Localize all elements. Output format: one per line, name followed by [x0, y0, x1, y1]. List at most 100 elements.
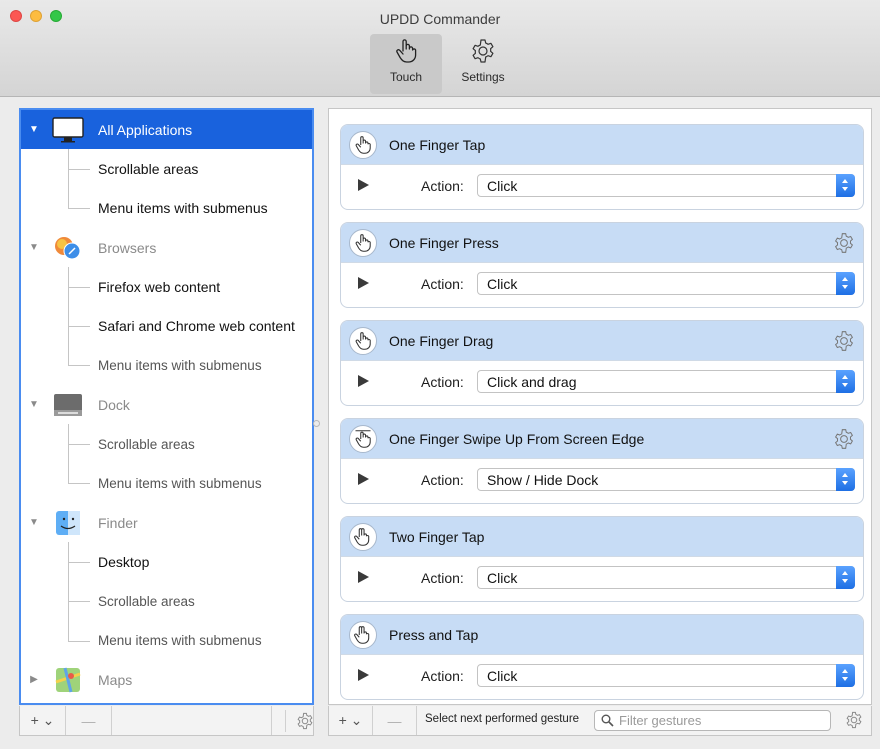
two-finger-tap-icon: [349, 523, 377, 551]
action-select[interactable]: Click and drag: [477, 370, 855, 393]
remove-application-button[interactable]: —: [66, 706, 112, 735]
tree-bottom-bar: + ⌄ —: [19, 706, 314, 736]
action-label: Action:: [421, 178, 464, 194]
gesture-card-header[interactable]: Press and Tap: [341, 615, 863, 655]
action-select[interactable]: Click: [477, 664, 855, 687]
action-label: Action:: [421, 276, 464, 292]
search-icon: [601, 714, 614, 727]
toolbar-touch-button[interactable]: Touch: [370, 34, 442, 94]
tree-branch-line: [68, 561, 90, 563]
gesture-title: One Finger Drag: [389, 332, 494, 349]
toolbar-touch-label: Touch: [389, 70, 423, 84]
gesture-card-header[interactable]: One Finger Press: [341, 223, 863, 263]
tree-group-maps[interactable]: ▶ Maps: [21, 660, 312, 699]
gesture-settings-gear-icon[interactable]: [833, 428, 855, 450]
tree-settings-button[interactable]: [285, 710, 313, 732]
tree-branch-line: [68, 620, 69, 641]
tree-item-label: Scrollable areas: [98, 593, 195, 609]
gesture-card-header[interactable]: One Finger Swipe Up From Screen Edge: [341, 419, 863, 459]
tree-item[interactable]: Scrollable areas: [21, 424, 312, 464]
tree-branch-line: [68, 444, 90, 446]
disclosure-expanded-icon[interactable]: ▼: [28, 399, 40, 410]
gesture-card: One Finger Press Action: Click: [340, 222, 864, 308]
tree-item[interactable]: Menu items with submenus: [21, 463, 312, 503]
action-select[interactable]: Click: [477, 566, 855, 589]
gesture-card-header[interactable]: One Finger Tap: [341, 125, 863, 165]
tree-branch-line: [68, 286, 90, 288]
gesture-settings-gear-icon[interactable]: [833, 232, 855, 254]
press-and-tap-icon: [349, 621, 377, 649]
tree-item[interactable]: Menu items with submenus: [21, 345, 312, 385]
tree-branch-line: [68, 168, 90, 170]
tree-group-browsers[interactable]: ▼ Browsers: [21, 228, 312, 267]
gesture-list-settings-gear-icon[interactable]: [845, 711, 863, 729]
select-stepper-icon: [836, 174, 855, 197]
browsers-icon: [55, 236, 81, 260]
action-label: Action:: [421, 668, 464, 684]
finder-icon: [56, 510, 80, 535]
remove-gesture-button[interactable]: —: [373, 706, 417, 735]
tree-item[interactable]: Safari and Chrome web content: [21, 306, 312, 346]
tree-item[interactable]: Desktop: [21, 542, 312, 582]
play-gesture-button[interactable]: [358, 571, 369, 583]
gesture-card: One Finger Tap Action: Click: [340, 124, 864, 210]
toolbar-settings-button[interactable]: Settings: [447, 34, 519, 94]
action-select-value: Click: [487, 178, 518, 194]
tree-group-label: All Applications: [98, 121, 193, 138]
action-label: Action:: [421, 570, 464, 586]
tree-group-finder[interactable]: ▼ Finder: [21, 503, 312, 542]
action-select[interactable]: Click: [477, 272, 855, 295]
disclosure-collapsed-icon[interactable]: ▶: [28, 674, 40, 685]
disclosure-expanded-icon[interactable]: ▼: [28, 517, 40, 528]
select-stepper-icon: [836, 370, 855, 393]
action-select-value: Show / Hide Dock: [487, 472, 599, 488]
action-select-value: Click and drag: [487, 374, 577, 390]
split-view-handle[interactable]: [313, 420, 320, 427]
one-finger-drag-icon: [349, 327, 377, 355]
filter-gestures-input[interactable]: Filter gestures: [594, 710, 831, 731]
tree-item[interactable]: Menu items with submenus: [21, 620, 312, 660]
select-stepper-icon: [836, 566, 855, 589]
play-gesture-button[interactable]: [358, 669, 369, 681]
play-gesture-button[interactable]: [358, 179, 369, 191]
tree-item[interactable]: Firefox web content: [21, 267, 312, 307]
add-application-button[interactable]: + ⌄: [20, 706, 66, 735]
filter-placeholder: Filter gestures: [619, 713, 702, 728]
tree-branch-line: [68, 601, 90, 603]
tree-branch-line: [68, 208, 90, 210]
action-select-value: Click: [487, 668, 518, 684]
gesture-title: One Finger Tap: [389, 136, 486, 153]
tree-branch-line: [68, 326, 90, 328]
tree-item-label: Menu items with submenus: [98, 475, 262, 491]
select-next-gesture-button[interactable]: Select next performed gesture: [425, 713, 579, 725]
one-finger-press-icon: [349, 229, 377, 257]
play-gesture-button[interactable]: [358, 277, 369, 289]
tree-item-label: Scrollable areas: [98, 436, 195, 452]
play-gesture-button[interactable]: [358, 375, 369, 387]
tree-item-label: Menu items with submenus: [98, 633, 262, 648]
action-select[interactable]: Click: [477, 174, 855, 197]
disclosure-expanded-icon[interactable]: ▼: [28, 124, 40, 135]
gesture-card-header[interactable]: One Finger Drag: [341, 321, 863, 361]
tree-group-dock[interactable]: ▼ Dock: [21, 385, 312, 424]
gesture-card-header[interactable]: Two Finger Tap: [341, 517, 863, 557]
tree-branch-line: [68, 463, 69, 484]
tree-group-label: Browsers: [98, 239, 157, 256]
disclosure-expanded-icon[interactable]: ▼: [28, 242, 40, 253]
tree-item-label: Scrollable areas: [98, 160, 199, 177]
application-tree[interactable]: ▼ All Applications Scrollable areas Menu…: [19, 108, 314, 705]
tree-branch-line: [68, 188, 69, 209]
gesture-list[interactable]: One Finger Tap Action: Click One Finger …: [328, 108, 872, 705]
tree-item-label: Desktop: [98, 553, 150, 570]
play-gesture-button[interactable]: [358, 473, 369, 485]
tree-item[interactable]: Menu items with submenus: [21, 188, 312, 228]
tree-item[interactable]: Scrollable areas: [21, 581, 312, 621]
tree-item[interactable]: Scrollable areas: [21, 149, 312, 189]
tree-group-all-applications[interactable]: ▼ All Applications: [21, 110, 312, 150]
tree-branch-line: [68, 483, 90, 485]
add-gesture-button[interactable]: + ⌄: [329, 706, 373, 735]
tree-branch-line: [68, 640, 90, 642]
action-select[interactable]: Show / Hide Dock: [477, 468, 855, 491]
tree-group-label: Dock: [98, 396, 130, 413]
gesture-settings-gear-icon[interactable]: [833, 330, 855, 352]
